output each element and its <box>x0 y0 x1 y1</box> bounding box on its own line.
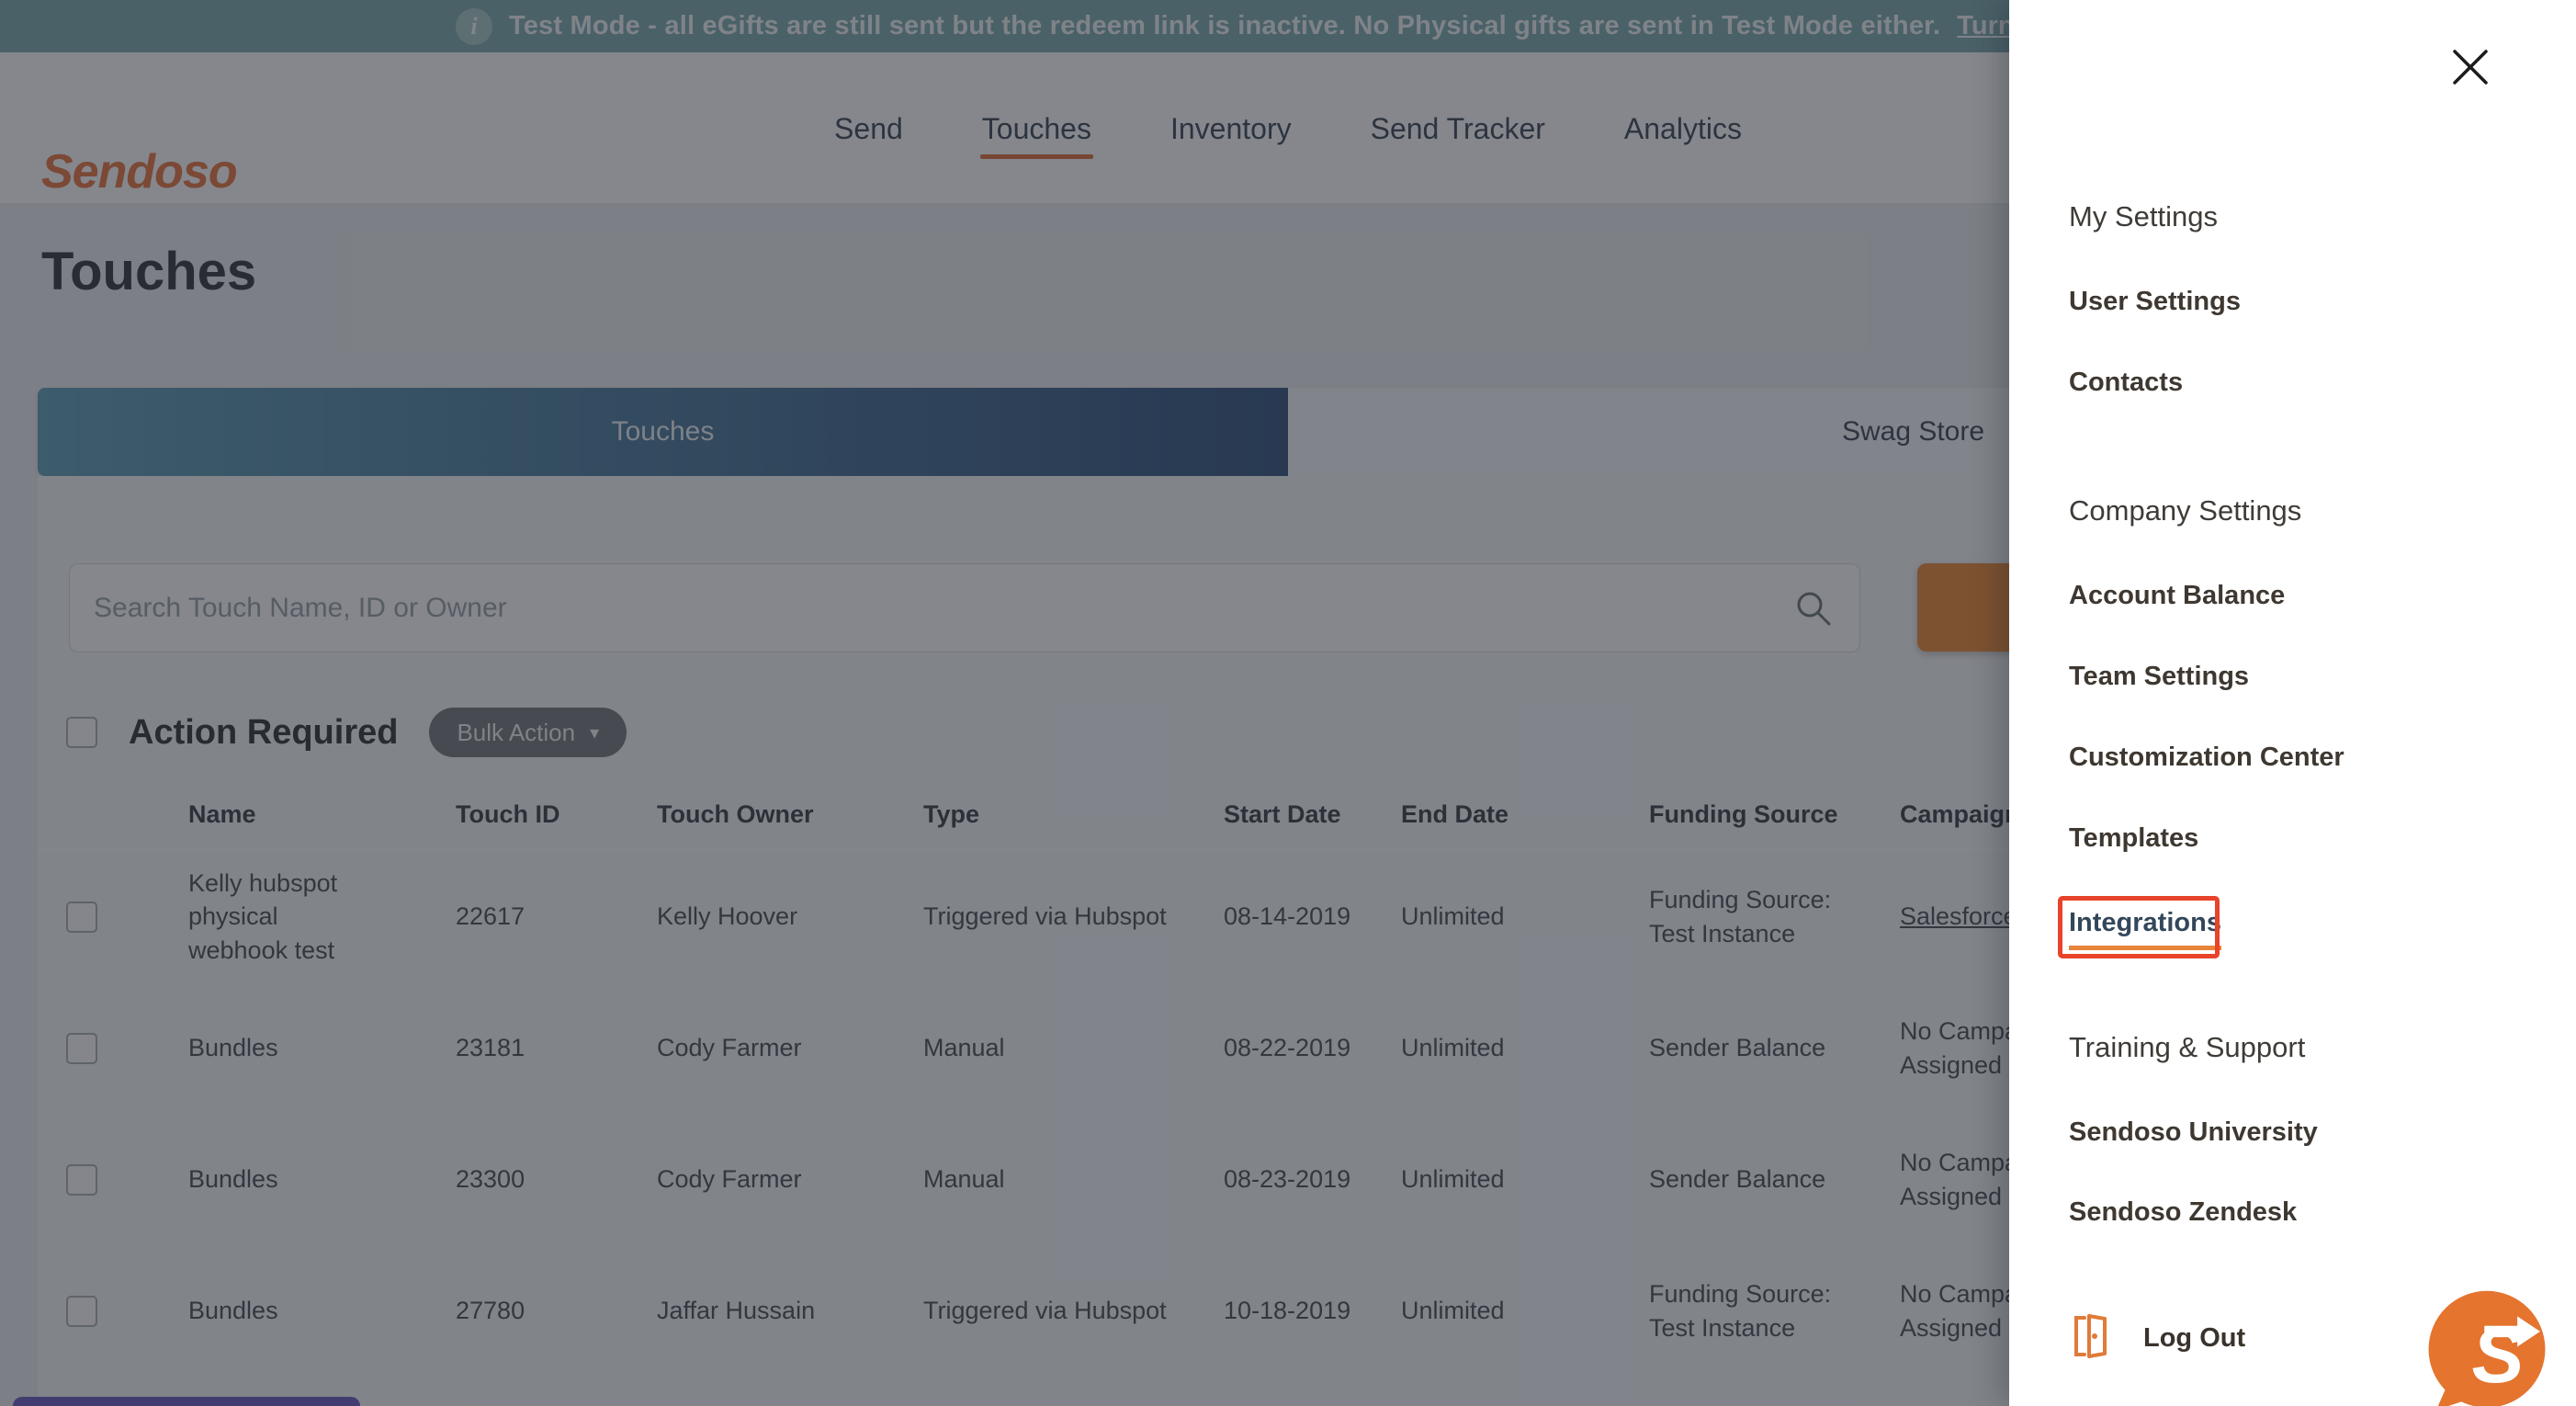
panel-item-integrations[interactable]: Integrations <box>2069 908 2221 950</box>
logout-label: Log Out <box>2143 1323 2245 1354</box>
panel-item-user-settings[interactable]: User Settings <box>2069 287 2241 317</box>
panel-item-sendoso-university[interactable]: Sendoso University <box>2069 1117 2318 1148</box>
settings-panel: My Settings User Settings Contacts Compa… <box>2009 0 2576 1406</box>
panel-item-team-settings[interactable]: Team Settings <box>2069 662 2249 692</box>
panel-item-account-balance[interactable]: Account Balance <box>2069 581 2285 611</box>
integrations-label[interactable]: Integrations <box>2069 908 2221 950</box>
panel-item-sendoso-zendesk[interactable]: Sendoso Zendesk <box>2069 1197 2297 1228</box>
panel-item-templates[interactable]: Templates <box>2069 823 2198 854</box>
section-company-settings: Company Settings <box>2069 494 2301 527</box>
section-training-support: Training & Support <box>2069 1031 2305 1064</box>
logout-button[interactable]: Log Out <box>2072 1314 2245 1363</box>
section-my-settings: My Settings <box>2069 200 2218 233</box>
logout-door-icon <box>2072 1314 2110 1363</box>
svg-text:S: S <box>2471 1312 2524 1400</box>
chat-launcher-sendoso-icon[interactable]: S <box>2423 1288 2550 1406</box>
panel-item-customization-center[interactable]: Customization Center <box>2069 743 2344 773</box>
panel-item-contacts[interactable]: Contacts <box>2069 368 2183 398</box>
close-icon[interactable] <box>2449 46 2491 93</box>
app-window: i Test Mode - all eGifts are still sent … <box>0 0 2576 1406</box>
